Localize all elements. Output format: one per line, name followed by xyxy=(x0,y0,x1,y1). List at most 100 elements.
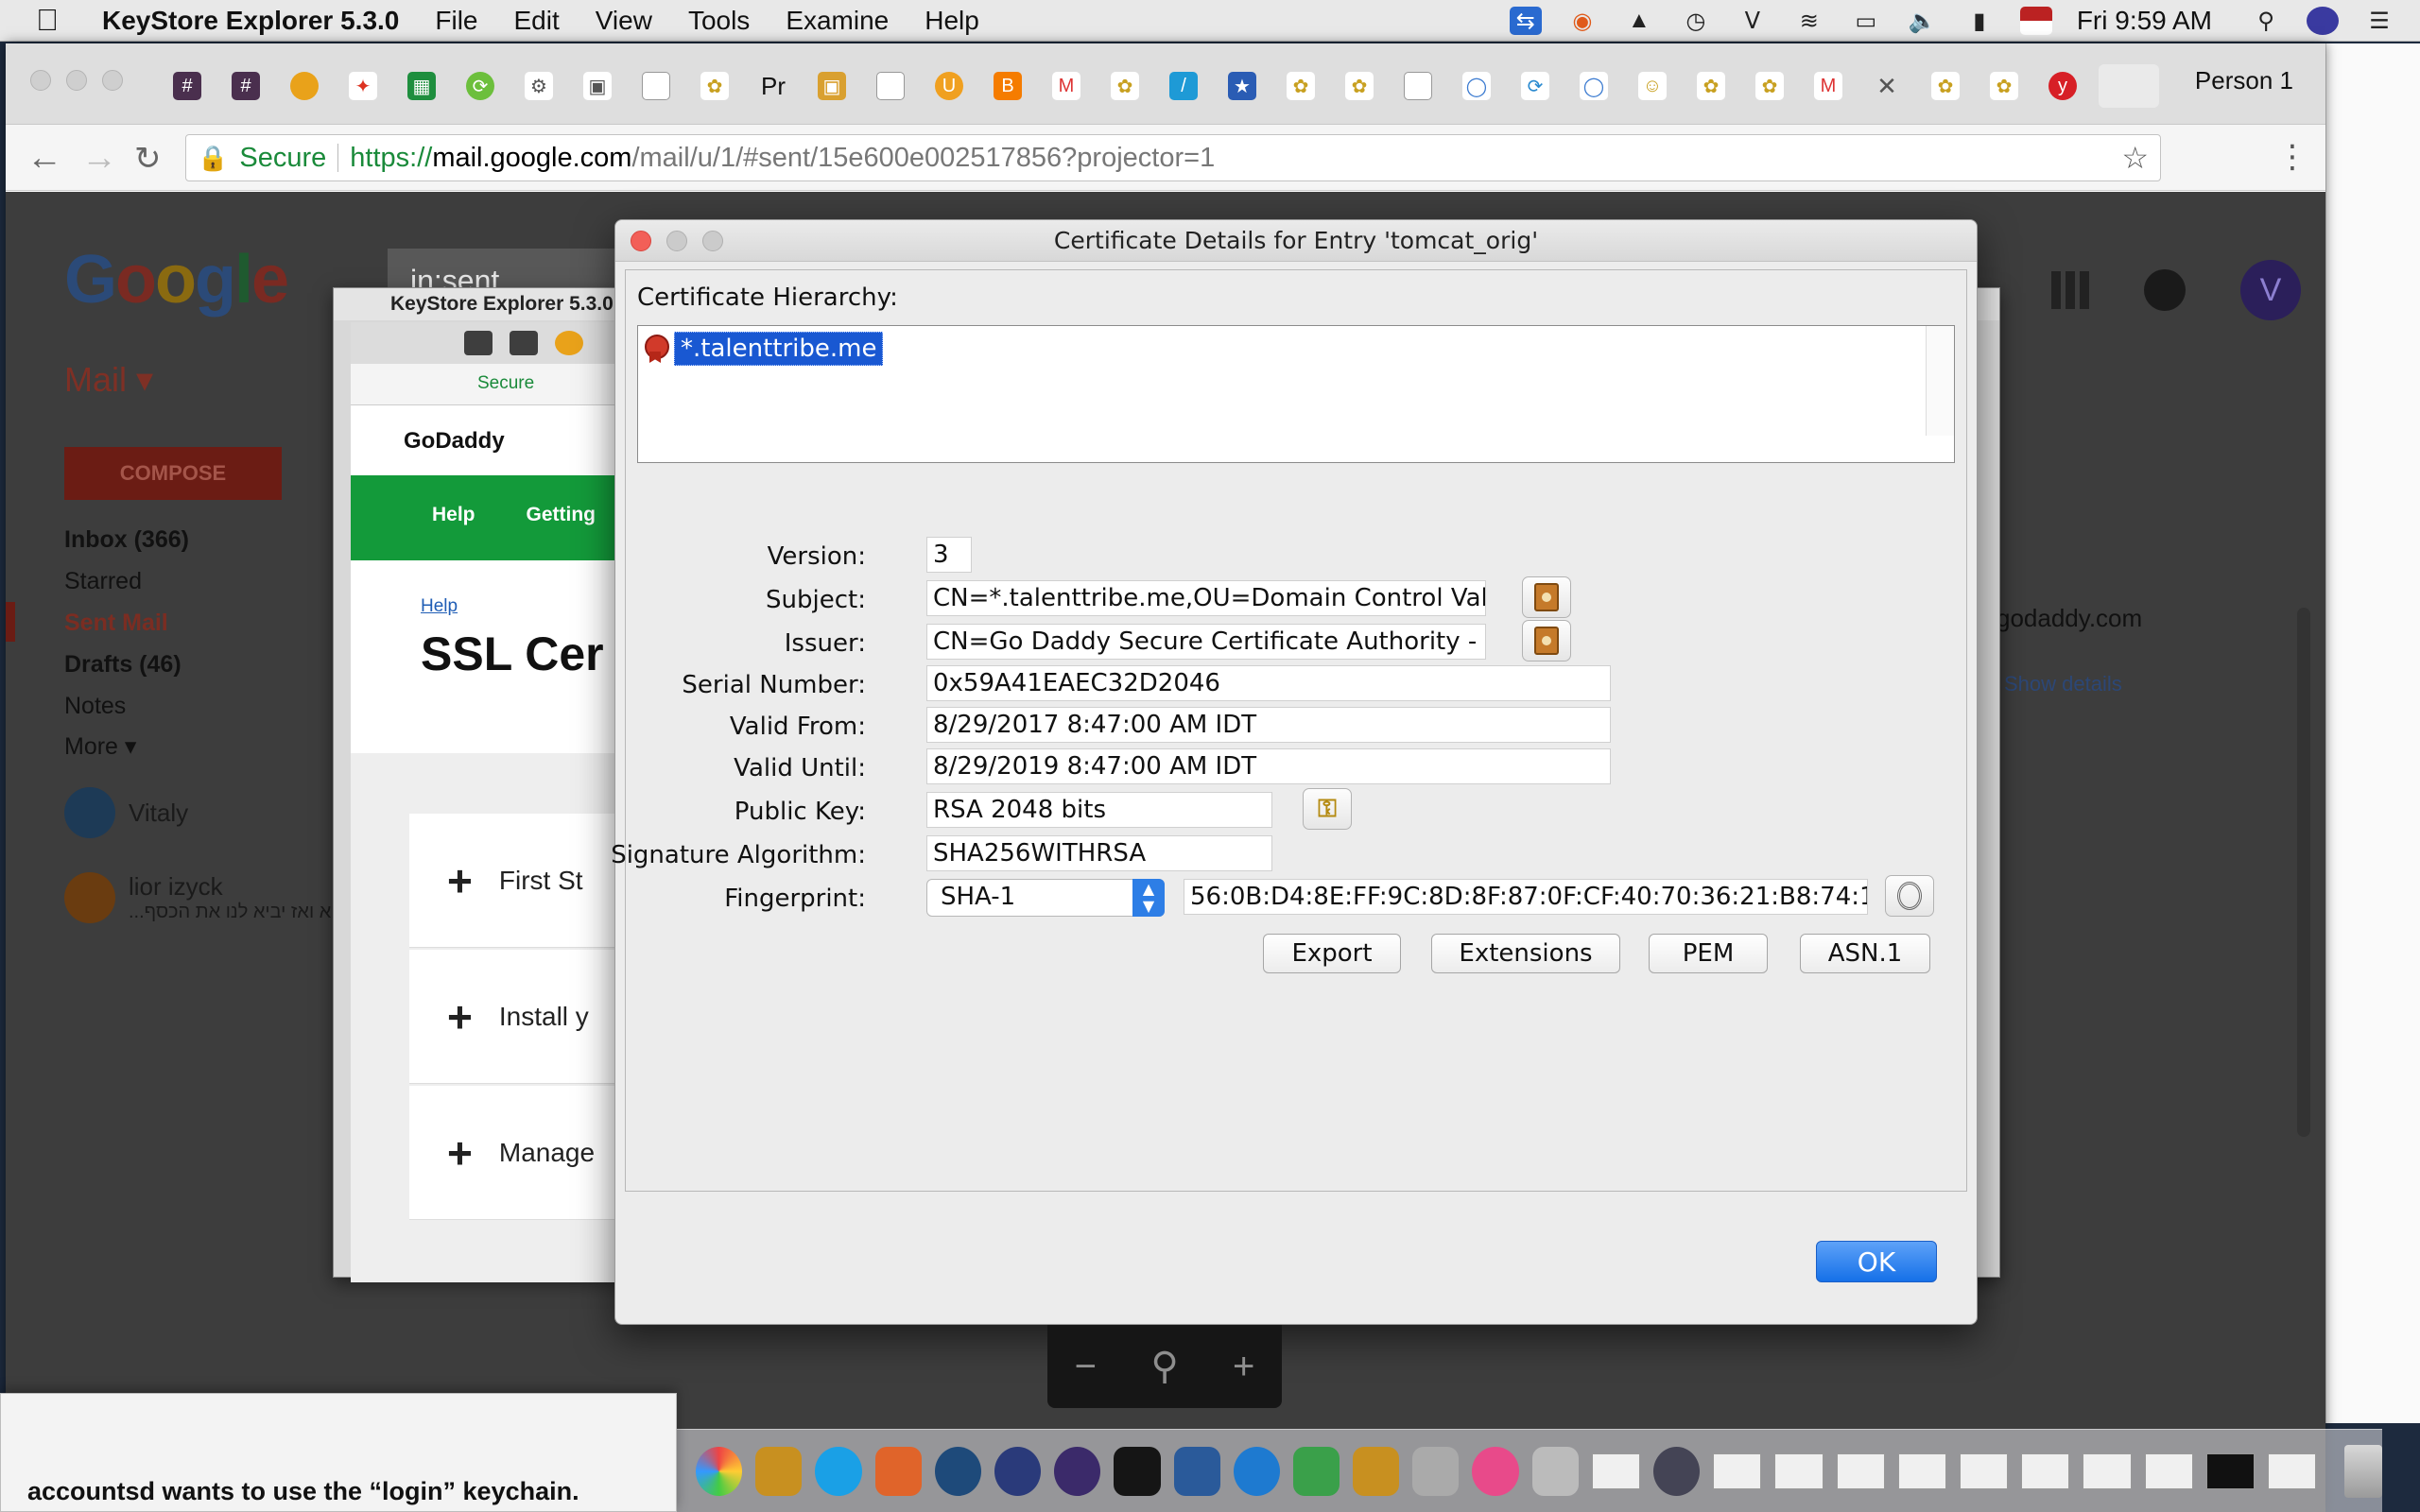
pem-button[interactable]: PEM xyxy=(1649,934,1768,973)
tab-sync[interactable]: ⟳ xyxy=(1512,64,1558,108)
minimized-window[interactable] xyxy=(1897,1452,1946,1489)
tab-pr[interactable]: Pr xyxy=(751,64,796,108)
new-tab-button[interactable] xyxy=(2099,64,2159,108)
minimized-window[interactable] xyxy=(2267,1452,2317,1489)
public-key-field[interactable]: RSA 2048 bits xyxy=(926,792,1272,828)
minimized-window[interactable] xyxy=(1836,1452,1885,1489)
photos-icon[interactable] xyxy=(696,1446,743,1496)
time-machine-icon[interactable]: ◷ xyxy=(1680,7,1712,35)
tab-sheets[interactable]: ▦ xyxy=(399,64,444,108)
fingerprint-copy-button[interactable] xyxy=(1885,875,1934,917)
keystore-explorer-icon[interactable] xyxy=(1531,1446,1579,1496)
dialog-close-button[interactable] xyxy=(631,231,651,251)
tab-person[interactable]: ☺ xyxy=(1630,64,1675,108)
hangouts-contact[interactable]: lior izyck ...תבוא ואז יביא לנו את הכסף xyxy=(64,872,360,923)
menu-tools[interactable]: Tools xyxy=(688,6,750,36)
chrome-menu-icon[interactable]: ⋮ xyxy=(2276,138,2308,176)
alfred-icon[interactable] xyxy=(1653,1446,1701,1496)
tab-gmail-1[interactable]: M xyxy=(1044,64,1089,108)
app-name-menu[interactable]: KeyStore Explorer 5.3.0 xyxy=(102,6,399,36)
tab-doc-3[interactable] xyxy=(1395,64,1441,108)
minimized-window[interactable] xyxy=(2144,1452,2193,1489)
sublime-text-icon[interactable] xyxy=(755,1446,803,1496)
tab-image[interactable]: ▣ xyxy=(809,64,855,108)
apple-menu-icon[interactable]:  xyxy=(36,3,74,38)
menu-help[interactable]: Help xyxy=(925,6,979,36)
notification-center-icon[interactable]: ☰ xyxy=(2363,7,2395,35)
page-scrollbar[interactable] xyxy=(2297,608,2310,1137)
tab-tomcat-6[interactable]: ✿ xyxy=(1747,64,1792,108)
tab-chip[interactable]: ▣ xyxy=(575,64,620,108)
serial-number-field[interactable]: 0x59A41EAEC32D2046 xyxy=(926,665,1611,701)
tab-tomcat-3[interactable]: ✿ xyxy=(1278,64,1323,108)
menu-edit[interactable]: Edit xyxy=(514,6,560,36)
apps-grid-icon[interactable] xyxy=(2051,271,2089,309)
show-details-link[interactable]: Show details xyxy=(2004,672,2122,696)
minimized-window[interactable] xyxy=(2205,1452,2255,1489)
nav-starred[interactable]: Starred xyxy=(64,568,142,595)
zoom-in-icon[interactable]: + xyxy=(1233,1346,1254,1388)
clock[interactable]: Fri 9:59 AM xyxy=(2077,6,2212,36)
tab-slack-2[interactable]: # xyxy=(223,64,268,108)
tab-green-circle[interactable]: ⟳ xyxy=(458,64,503,108)
webstorm-icon[interactable] xyxy=(1114,1446,1161,1496)
nav-drafts[interactable]: Drafts (46) xyxy=(64,651,182,679)
minimize-window-button[interactable] xyxy=(66,70,87,91)
itunes-icon[interactable] xyxy=(1472,1446,1519,1496)
dialog-zoom-button[interactable] xyxy=(702,231,723,251)
siri-icon[interactable] xyxy=(2307,7,2339,35)
tab-tomcat-8[interactable]: ✿ xyxy=(1981,64,2027,108)
tab-blogger[interactable]: B xyxy=(985,64,1030,108)
export-button[interactable]: Export xyxy=(1263,934,1401,973)
tab-doc[interactable] xyxy=(633,64,679,108)
zoom-window-button[interactable] xyxy=(102,70,123,91)
certificate-hierarchy-tree[interactable]: *.talenttribe.me xyxy=(637,325,1955,463)
tab-gear[interactable]: ⚙ xyxy=(516,64,562,108)
postman-icon[interactable] xyxy=(874,1446,922,1496)
teamviewer-icon[interactable]: ⇆ xyxy=(1509,7,1542,35)
sourcetree-icon[interactable] xyxy=(934,1446,981,1496)
tab-shield-1[interactable]: ◯ xyxy=(1454,64,1499,108)
minimized-window[interactable] xyxy=(1959,1452,2009,1489)
flag-icon[interactable] xyxy=(2019,7,2052,35)
tab-tomcat-2[interactable]: ✿ xyxy=(1102,64,1148,108)
subject-field[interactable]: CN=*.talenttribe.me,OU=Domain Control Va… xyxy=(926,580,1486,616)
tab-tomcat-5[interactable]: ✿ xyxy=(1688,64,1734,108)
minimized-window[interactable] xyxy=(1713,1452,1762,1489)
tab-tomcat-7[interactable]: ✿ xyxy=(1923,64,1968,108)
dialog-minimize-button[interactable] xyxy=(666,231,687,251)
nav-notes[interactable]: Notes xyxy=(64,693,126,720)
battery-icon[interactable]: ▮ xyxy=(1963,7,1996,35)
mail-dropdown[interactable]: Mail ▾ xyxy=(64,360,153,400)
menu-view[interactable]: View xyxy=(596,6,652,36)
eclipse-icon[interactable] xyxy=(1054,1446,1101,1496)
reload-icon[interactable]: ↻ xyxy=(134,140,162,178)
wifi-icon[interactable]: ≋ xyxy=(1793,7,1825,35)
airplay-icon[interactable]: ▭ xyxy=(1850,7,1882,35)
zoom-reset-icon[interactable]: ⚲ xyxy=(1150,1345,1178,1388)
compose-button[interactable]: COMPOSE xyxy=(64,447,282,500)
address-bar[interactable]: 🔒 Secure https:// mail.google.com /mail/… xyxy=(185,134,2161,181)
minimized-window[interactable] xyxy=(2083,1452,2132,1489)
android-icon[interactable] xyxy=(1292,1446,1340,1496)
notifications-bell-icon[interactable] xyxy=(2144,269,2186,311)
fingerprint-field[interactable]: 56:0B:D4:8E:FF:9C:8D:8F:87:0F:CF:40:70:3… xyxy=(1184,879,1868,915)
spotlight-icon[interactable]: ⚲ xyxy=(2250,7,2282,35)
nav-sent-mail[interactable]: Sent Mail xyxy=(64,610,168,637)
tab-yandex[interactable]: y xyxy=(2040,64,2085,108)
subject-details-button[interactable] xyxy=(1522,576,1571,618)
fingerprint-algorithm-select[interactable]: SHA-1 ▲ ▼ xyxy=(926,879,1165,917)
tab-tomcat-1[interactable]: ✿ xyxy=(692,64,737,108)
tree-scrollbar[interactable] xyxy=(1926,326,1954,436)
tab-blue-slash[interactable]: / xyxy=(1161,64,1206,108)
tab-orange[interactable]: U xyxy=(926,64,972,108)
valid-from-field[interactable]: 8/29/2017 8:47:00 AM IDT xyxy=(926,707,1611,743)
volume-icon[interactable]: 🔈 xyxy=(1907,7,1939,35)
hat-icon[interactable]: ▲ xyxy=(1623,7,1655,35)
profile-button[interactable]: Person 1 xyxy=(2195,66,2293,95)
chrome-status-icon[interactable]: ◉ xyxy=(1566,7,1599,35)
public-key-details-button[interactable]: ⚿ xyxy=(1303,788,1352,830)
nav-inbox[interactable]: Inbox (366) xyxy=(64,526,189,554)
tab-tomcat-4[interactable]: ✿ xyxy=(1337,64,1382,108)
minimized-window[interactable] xyxy=(1774,1452,1824,1489)
